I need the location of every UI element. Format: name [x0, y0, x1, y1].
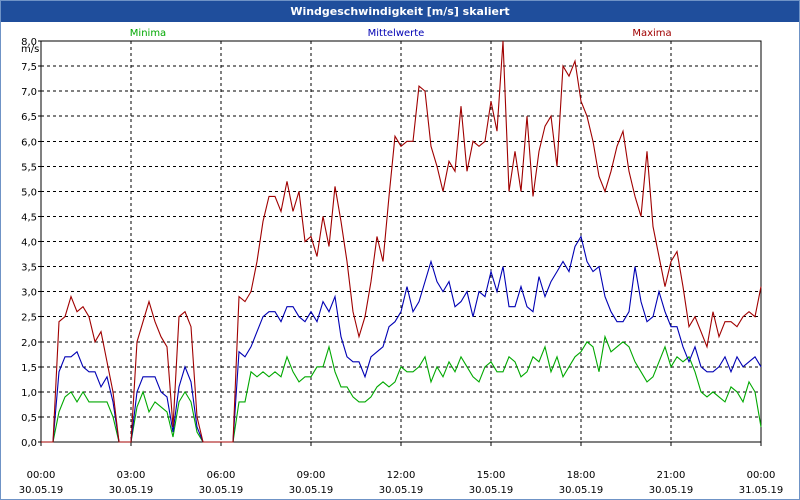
y-tick-label: 7,5: [21, 62, 37, 73]
x-tick-date-label: 30.05.19: [469, 485, 514, 496]
x-tick-time-label: 03:00: [117, 470, 146, 481]
y-tick-label: 6,5: [21, 112, 37, 123]
x-tick-time-label: 00:00: [27, 470, 56, 481]
y-tick-label: 4,5: [21, 212, 37, 223]
x-tick-labels: 00:00 30.05.19 03:00 30.05.19 06:00 30.05.19 0…: [19, 470, 784, 496]
window-title: Windgeschwindigkeit [m/s] skaliert: [1, 1, 799, 22]
legend-item-mittelwerte: Mittelwerte: [368, 28, 425, 39]
y-tick-label: 0,5: [21, 413, 37, 424]
line-chart: 0,0 0,5 1,0 1,5 2,0 2,5 3,0 3,5 4,0 4,5 5,0 5,5 6,0 6…: [19, 28, 784, 496]
y-tick-label: 1,5: [21, 363, 37, 374]
y-tick-label: 3,5: [21, 263, 37, 274]
y-tick-label: 7,0: [21, 87, 37, 98]
y-axis-unit-label: m/s: [21, 44, 39, 55]
x-tick-time-label: 15:00: [477, 470, 506, 481]
x-tick-time-label: 06:00: [207, 470, 236, 481]
x-tick-date-label: 30.05.19: [289, 485, 334, 496]
legend: Minima Mittelwerte Maxima: [130, 28, 672, 39]
y-tick-label: 4,0: [21, 238, 37, 249]
x-tick-date-label: 30.05.19: [559, 485, 604, 496]
y-tick-label: 1,0: [21, 388, 37, 399]
axes: [38, 40, 762, 446]
x-tick-time-label: 12:00: [387, 470, 416, 481]
x-tick-date-label: 30.05.19: [19, 485, 64, 496]
legend-item-minima: Minima: [130, 28, 166, 39]
x-tick-date-label: 30.05.19: [109, 485, 154, 496]
x-tick-date-label: 30.05.19: [199, 485, 244, 496]
y-tick-label: 6,0: [21, 137, 37, 148]
x-tick-date-label: 30.05.19: [379, 485, 424, 496]
y-tick-labels: 0,0 0,5 1,0 1,5 2,0 2,5 3,0 3,5 4,0 4,5 5,0 5,5 6,0 6…: [21, 37, 37, 449]
x-tick-date-label: 31.05.19: [739, 485, 784, 496]
x-tick-time-label: 09:00: [297, 470, 326, 481]
chart-window: Windgeschwindigkeit [m/s] skaliert 0,0 0,…: [0, 0, 800, 500]
legend-item-maxima: Maxima: [632, 28, 671, 39]
grid-lines: [41, 41, 761, 442]
y-tick-label: 5,5: [21, 162, 37, 173]
y-tick-label: 0,0: [21, 438, 37, 449]
y-tick-label: 3,0: [21, 288, 37, 299]
y-tick-label: 2,0: [21, 338, 37, 349]
x-tick-time-label: 18:00: [567, 470, 596, 481]
x-tick-date-label: 30.05.19: [649, 485, 694, 496]
y-tick-label: 5,0: [21, 187, 37, 198]
y-tick-label: 2,5: [21, 313, 37, 324]
x-tick-time-label: 21:00: [657, 470, 686, 481]
x-tick-time-label: 00:00: [747, 470, 776, 481]
